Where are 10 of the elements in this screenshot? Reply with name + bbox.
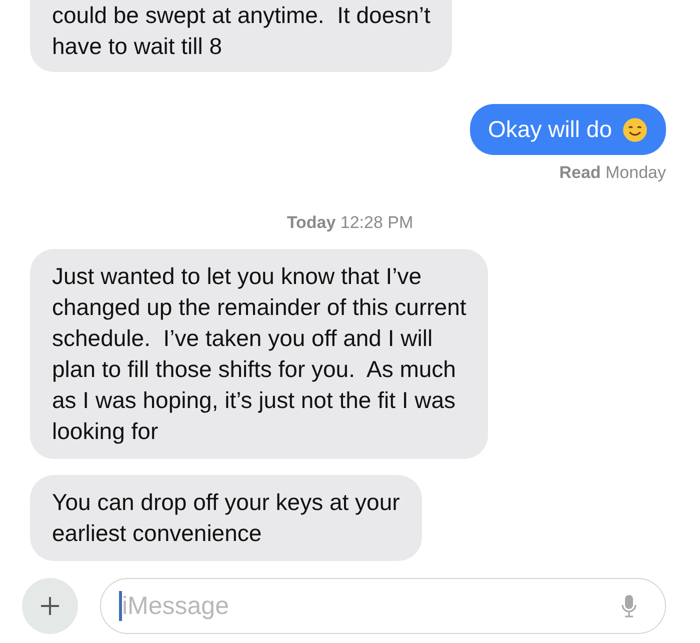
message-input[interactable]: iMessage [122,592,621,620]
read-receipt: Read Monday [559,163,667,183]
plus-icon [40,596,60,616]
timestamp: Today 12:28 PM [286,213,414,233]
microphone-icon [621,594,637,618]
message-field[interactable]: iMessage [100,578,666,634]
message-bubble: Okay will do [470,104,666,155]
message-bubble: could be swept at anytime. It doesn’t have to wait till 8 [30,0,452,72]
message-bubble: Just wanted to let you know that I’ve changed up the remainder of this current schedule. I’ve taken you off and I will plan to fill those shifts for you. As much as I was hoping, it’s just not the fit I was looking for [30,249,488,459]
message-bubble: You can drop off your keys at your earliest convenience [30,475,422,561]
